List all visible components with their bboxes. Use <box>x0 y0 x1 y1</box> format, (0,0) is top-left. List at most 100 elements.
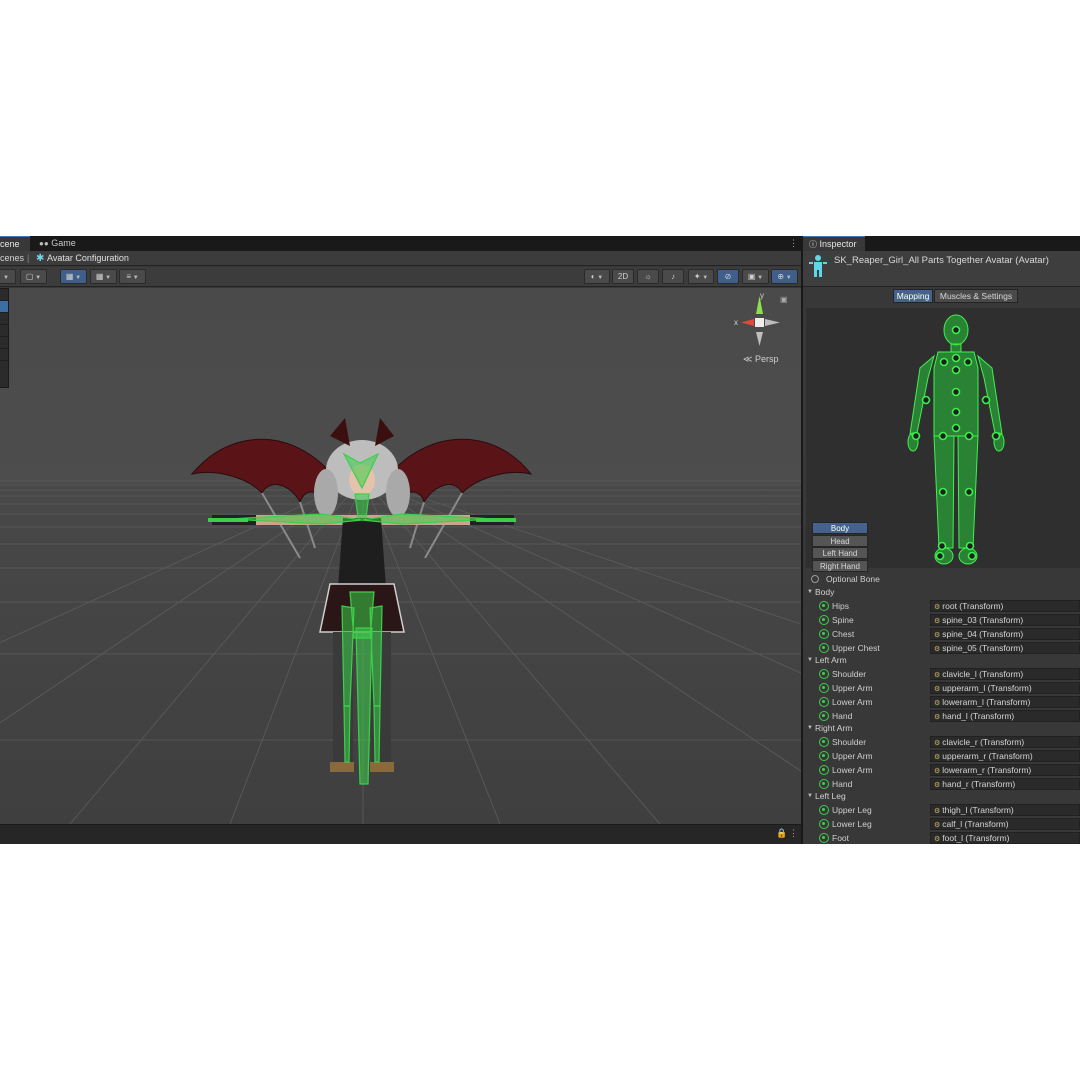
bone-row[interactable]: Shoulder ⚙ clavicle_r (Transform) <box>803 735 1080 749</box>
breadcrumb-separator: | <box>27 253 30 263</box>
bone-transform-value: hand_l (Transform) <box>942 711 1015 721</box>
bone-row[interactable]: Shoulder ⚙ clavicle_l (Transform) <box>803 667 1080 681</box>
tab-scene[interactable]: cene <box>0 236 30 251</box>
shading-mode-dropdown[interactable]: ◐ ▼ <box>584 269 610 284</box>
bone-row[interactable]: Lower Arm ⚙ lowerarm_l (Transform) <box>803 695 1080 709</box>
scene-tab-bar: cene ●● Game ⋮ <box>0 236 801 251</box>
effects-dropdown[interactable]: ✦ ▼ <box>688 269 714 284</box>
bone-status-icon[interactable] <box>819 601 829 611</box>
persp-chevron-icon: ≪ <box>743 354 753 364</box>
breadcrumb-scenes[interactable]: cenes <box>0 251 24 266</box>
bone-status-icon[interactable] <box>819 737 829 747</box>
bone-transform-value: thigh_l (Transform) <box>942 805 1014 815</box>
bone-status-icon[interactable] <box>819 697 829 707</box>
bone-transform-value: clavicle_r (Transform) <box>942 737 1025 747</box>
bone-row[interactable]: Foot ⚙ foot_l (Transform) <box>803 831 1080 844</box>
bone-transform-field[interactable]: ⚙ spine_04 (Transform) <box>930 628 1080 640</box>
bone-status-icon[interactable] <box>819 779 829 789</box>
bone-transform-value: clavicle_l (Transform) <box>942 669 1024 679</box>
bone-transform-field[interactable]: ⚙ thigh_l (Transform) <box>930 804 1080 816</box>
gizmo-y-label: y <box>760 291 764 300</box>
bone-name: Upper Arm <box>832 683 873 693</box>
group-left-leg[interactable]: ▼ Left Leg <box>803 789 1080 803</box>
align-dropdown[interactable]: ≡ ▼ <box>119 269 146 284</box>
camera-dropdown[interactable]: ▣ ▼ <box>742 269 769 284</box>
bone-status-icon[interactable] <box>819 751 829 761</box>
bone-row[interactable]: Hips ⚙ root (Transform) <box>803 599 1080 613</box>
group-label: Left Arm <box>815 655 847 665</box>
bone-transform-field[interactable]: ⚙ root (Transform) <box>930 600 1080 612</box>
foldout-arrow-icon: ▼ <box>807 589 813 595</box>
transform-icon: ⚙ <box>934 672 941 679</box>
body-part-body-button[interactable]: Body <box>812 522 868 534</box>
bone-row[interactable]: Lower Leg ⚙ calf_l (Transform) <box>803 817 1080 831</box>
foldout-arrow-icon: ▼ <box>807 657 813 663</box>
orientation-gizmo[interactable]: y x ▣ <box>0 288 801 388</box>
bone-row[interactable]: Lower Arm ⚙ lowerarm_r (Transform) <box>803 763 1080 777</box>
tab-muscles-settings[interactable]: Muscles & Settings <box>934 289 1018 303</box>
bone-status-icon[interactable] <box>819 643 829 653</box>
bone-transform-field[interactable]: ⚙ clavicle_r (Transform) <box>930 736 1080 748</box>
footer-kebab-icon[interactable]: ⋮ <box>789 828 798 839</box>
gizmos-dropdown[interactable]: ⊕ ▼ <box>771 269 798 284</box>
bone-status-icon[interactable] <box>819 669 829 679</box>
tab-inspector[interactable]: ⓘ Inspector <box>803 236 865 251</box>
bone-transform-value: hand_r (Transform) <box>942 779 1016 789</box>
bone-status-icon[interactable] <box>819 711 829 721</box>
kebab-menu-icon[interactable]: ⋮ <box>789 238 798 248</box>
group-body[interactable]: ▼ Body <box>803 585 1080 599</box>
bone-row[interactable]: Spine ⚙ spine_03 (Transform) <box>803 613 1080 627</box>
body-part-head-button[interactable]: Head <box>812 534 868 547</box>
render-mode-dropdown[interactable]: ▢ ▼ <box>20 269 47 284</box>
bone-transform-field[interactable]: ⚙ lowerarm_l (Transform) <box>930 696 1080 708</box>
grid-snap-toggle[interactable]: ▦ ▼ <box>60 269 87 284</box>
bone-row[interactable]: Upper Arm ⚙ upperarm_l (Transform) <box>803 681 1080 695</box>
hidden-objects-toggle-icon[interactable]: ⊘ <box>717 269 739 284</box>
tab-mapping[interactable]: Mapping <box>893 289 933 303</box>
gizmo-lock-icon[interactable]: ▣ <box>780 295 788 304</box>
bone-transform-field[interactable]: ⚙ foot_l (Transform) <box>930 832 1080 844</box>
avatar-title: SK_Reaper_Girl_All Parts Together Avatar… <box>834 255 1049 266</box>
bone-name: Shoulder <box>832 737 867 747</box>
group-right-arm[interactable]: ▼ Right Arm <box>803 721 1080 735</box>
bone-row[interactable]: Upper Arm ⚙ upperarm_r (Transform) <box>803 749 1080 763</box>
bone-status-icon[interactable] <box>819 629 829 639</box>
bone-transform-field[interactable]: ⚙ lowerarm_r (Transform) <box>930 764 1080 776</box>
bone-transform-field[interactable]: ⚙ upperarm_r (Transform) <box>930 750 1080 762</box>
increment-snap-dropdown[interactable]: ▦ ▼ <box>90 269 117 284</box>
foldout-arrow-icon: ▼ <box>807 725 813 731</box>
bone-status-icon[interactable] <box>819 833 829 843</box>
perspective-toggle[interactable]: ≪ Persp <box>743 354 778 365</box>
persp-label-text: Persp <box>754 354 779 364</box>
bone-name: Upper Arm <box>832 751 873 761</box>
bone-name: Shoulder <box>832 669 867 679</box>
bone-transform-field[interactable]: ⚙ calf_l (Transform) <box>930 818 1080 830</box>
breadcrumb-current[interactable]: Avatar Configuration <box>47 251 129 266</box>
bone-transform-value: upperarm_r (Transform) <box>942 751 1033 761</box>
bone-row[interactable]: Upper Leg ⚙ thigh_l (Transform) <box>803 803 1080 817</box>
bone-status-icon[interactable] <box>819 615 829 625</box>
bone-transform-field[interactable]: ⚙ spine_03 (Transform) <box>930 614 1080 626</box>
transform-icon: ⚙ <box>934 836 941 843</box>
bone-transform-field[interactable]: ⚙ upperarm_l (Transform) <box>930 682 1080 694</box>
body-part-left-hand-button[interactable]: Left Hand <box>812 547 868 559</box>
tab-game[interactable]: ●● Game <box>33 236 82 251</box>
bone-status-icon[interactable] <box>819 683 829 693</box>
lock-icon[interactable]: 🔒 <box>776 828 787 839</box>
group-left-arm[interactable]: ▼ Left Arm <box>803 653 1080 667</box>
bone-row[interactable]: Chest ⚙ spine_04 (Transform) <box>803 627 1080 641</box>
draw-mode-dropdown[interactable]: ▼ <box>0 269 16 284</box>
lighting-toggle-icon[interactable]: ☼ <box>637 269 659 284</box>
avatar-body-view[interactable]: Body Head Left Hand Right Hand <box>806 308 1080 572</box>
bone-status-icon[interactable] <box>819 765 829 775</box>
bone-name: Lower Arm <box>832 697 873 707</box>
bone-status-icon[interactable] <box>819 819 829 829</box>
transform-icon: ⚙ <box>934 782 941 789</box>
toggle-2d-button[interactable]: 2D <box>612 269 634 284</box>
bone-status-icon[interactable] <box>819 805 829 815</box>
inspector-header: SK_Reaper_Girl_All Parts Together Avatar… <box>803 251 1080 287</box>
bone-transform-field[interactable]: ⚙ clavicle_l (Transform) <box>930 668 1080 680</box>
scene-viewport[interactable]: y x ▣ ≪ Persp <box>0 288 801 824</box>
body-part-right-hand-button[interactable]: Right Hand <box>812 559 868 572</box>
audio-toggle-icon[interactable]: ♪ <box>662 269 684 284</box>
